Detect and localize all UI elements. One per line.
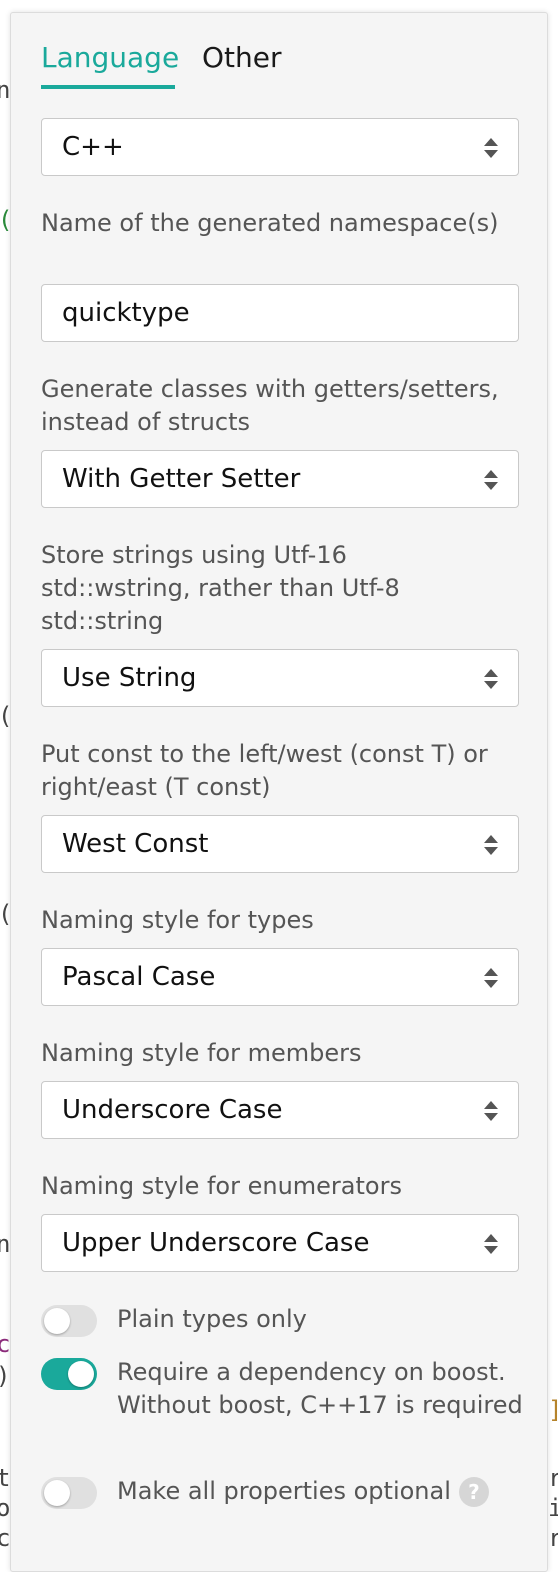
tab-other[interactable]: Other [202, 41, 282, 74]
namespace-label: Name of the generated namespace(s) [41, 209, 499, 237]
background-code-fragment: c [0, 1330, 11, 1358]
active-tab-indicator [41, 85, 175, 89]
background-code-fragment: n [0, 1230, 11, 1258]
up-down-caret-icon [484, 968, 498, 988]
background-code-fragment: o [0, 1494, 11, 1522]
string-type-select[interactable]: Use String [41, 649, 519, 707]
type-naming-select[interactable]: Pascal Case [41, 948, 519, 1006]
member-naming-select[interactable]: Underscore Case [41, 1081, 519, 1139]
options-panel: Language Other C++ Name of the generated… [10, 12, 548, 1572]
background-code-fragment: i [548, 1494, 558, 1522]
up-down-caret-icon [484, 669, 498, 689]
up-down-caret-icon [484, 1234, 498, 1254]
background-code-fragment: r [548, 1524, 558, 1552]
string-type-select-value: Use String [62, 663, 197, 693]
up-down-caret-icon [484, 470, 498, 490]
toggle-knob [44, 1308, 70, 1334]
background-code-fragment: c [0, 1524, 11, 1552]
enumerator-naming-select-value: Upper Underscore Case [62, 1228, 370, 1258]
toggle-knob [68, 1361, 94, 1387]
const-style-select-value: West Const [62, 829, 209, 859]
class-style-select[interactable]: With Getter Setter [41, 450, 519, 508]
background-code-fragment: n [0, 76, 11, 104]
boost-toggle[interactable] [41, 1358, 97, 1390]
class-style-label: Generate classes with getters/setters, i… [41, 375, 499, 436]
namespace-input[interactable]: quicktype [41, 284, 519, 342]
member-naming-select-value: Underscore Case [62, 1095, 283, 1125]
all-optional-row: Make all properties optional? [41, 1475, 521, 1515]
background-code-fragment: t [0, 1464, 11, 1492]
tab-language[interactable]: Language [41, 41, 179, 74]
all-optional-label-wrap: Make all properties optional? [117, 1475, 527, 1508]
plain-types-toggle[interactable] [41, 1305, 97, 1337]
enumerator-naming-label: Naming style for enumerators [41, 1172, 402, 1200]
language-select-value: C++ [62, 132, 124, 162]
up-down-caret-icon [484, 1101, 498, 1121]
type-naming-label: Naming style for types [41, 906, 314, 934]
namespace-input-value: quicktype [62, 298, 190, 328]
plain-types-row: Plain types only [41, 1303, 521, 1343]
all-optional-label: Make all properties optional [117, 1477, 451, 1505]
const-style-label: Put const to the left/west (const T) or … [41, 740, 488, 801]
question-circle-icon[interactable]: ? [458, 1477, 489, 1507]
all-optional-toggle[interactable] [41, 1477, 97, 1509]
up-down-caret-icon [484, 835, 498, 855]
class-style-select-value: With Getter Setter [62, 464, 301, 494]
language-select[interactable]: C++ [41, 118, 519, 176]
boost-row: Require a dependency on boost. Without b… [41, 1356, 523, 1456]
const-style-select[interactable]: West Const [41, 815, 519, 873]
type-naming-select-value: Pascal Case [62, 962, 216, 992]
plain-types-label: Plain types only [117, 1305, 307, 1333]
background-code-fragment: r [548, 1464, 558, 1492]
enumerator-naming-select[interactable]: Upper Underscore Case [41, 1214, 519, 1272]
toggle-knob [44, 1480, 70, 1506]
background-code-fragment: ) [0, 1364, 10, 1388]
member-naming-label: Naming style for members [41, 1039, 362, 1067]
background-code-fragment: ] [548, 1398, 558, 1422]
string-type-label: Store strings using Utf-16 std::wstring,… [41, 541, 400, 635]
up-down-caret-icon [484, 138, 498, 158]
boost-label: Require a dependency on boost. Without b… [117, 1358, 523, 1419]
